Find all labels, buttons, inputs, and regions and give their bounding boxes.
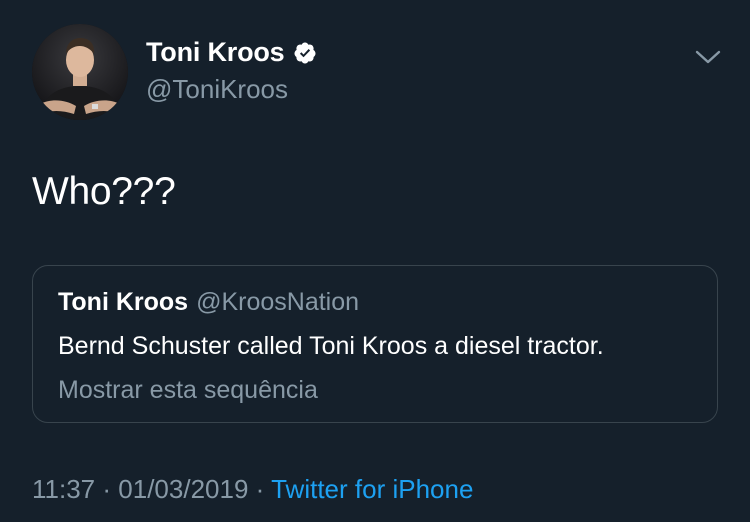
verified-badge-icon xyxy=(293,41,317,65)
avatar-photo-icon xyxy=(32,24,128,120)
quoted-tweet[interactable]: Toni Kroos @KroosNation Bernd Schuster ca… xyxy=(32,265,718,423)
chevron-down-icon xyxy=(695,50,721,64)
tweet-meta: 11:37 · 01/03/2019 · Twitter for iPhone xyxy=(32,474,473,505)
show-thread-link[interactable]: Mostrar esta sequência xyxy=(58,376,318,405)
tweet-date: 01/03/2019 xyxy=(118,474,249,504)
author-display-name[interactable]: Toni Kroos xyxy=(146,37,285,68)
author-handle[interactable]: @ToniKroos xyxy=(146,74,288,105)
tweet-menu-button[interactable] xyxy=(694,46,722,68)
quoted-author-name: Toni Kroos xyxy=(58,288,189,316)
author-name-row[interactable]: Toni Kroos xyxy=(146,37,317,68)
tweet-time: 11:37 xyxy=(32,474,96,504)
quoted-tweet-text: Bernd Schuster called Toni Kroos a diese… xyxy=(58,332,604,360)
tweet-source-link[interactable]: Twitter for iPhone xyxy=(271,474,473,504)
avatar[interactable] xyxy=(32,24,128,120)
meta-separator: · xyxy=(102,474,112,504)
tweet-text: Who??? xyxy=(32,170,176,213)
tweet-card: Toni Kroos @ToniKroos Who??? Toni Kroos @… xyxy=(0,0,750,522)
meta-separator: · xyxy=(255,474,265,504)
quoted-author-handle: @KroosNation xyxy=(196,288,360,316)
quoted-tweet-header: Toni Kroos @KroosNation xyxy=(58,288,359,317)
